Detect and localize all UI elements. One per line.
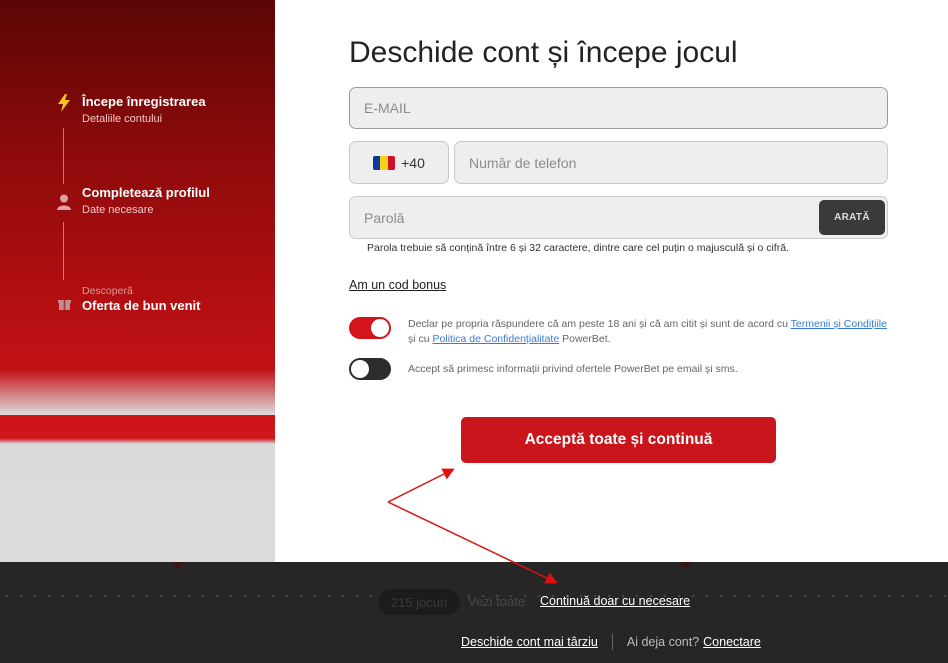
footer-links: Deschide cont mai târziu Ai deja cont? C…	[461, 634, 761, 650]
consent-text: și cu	[408, 333, 433, 345]
step-welcome-offer: Oferta de bun venit Descoperă	[56, 284, 200, 314]
marketing-toggle[interactable]	[349, 358, 391, 380]
terms-consent-text: Declar pe propria răspundere că am peste…	[408, 317, 888, 347]
email-field-wrapper	[349, 87, 888, 129]
continue-necessary-link[interactable]: Continuă doar cu necesare	[540, 594, 690, 608]
email-input[interactable]	[350, 88, 887, 128]
privacy-policy-link[interactable]: Politica de Confidențialitate	[433, 333, 560, 345]
step-connector	[63, 222, 64, 280]
terms-toggle[interactable]	[349, 317, 391, 339]
background-games-count: 215 jocuri	[378, 589, 460, 615]
password-field-wrapper: ARATĂ	[349, 196, 888, 239]
panel-fade	[0, 370, 275, 415]
accept-all-continue-button[interactable]: Acceptă toate și continuă	[461, 417, 776, 463]
user-icon	[56, 193, 72, 211]
step-subtitle: Date necesare	[82, 204, 154, 216]
open-account-later-link[interactable]: Deschide cont mai târziu	[461, 635, 598, 649]
password-hint: Parola trebuie să conțină între 6 și 32 …	[367, 242, 789, 254]
login-link[interactable]: Conectare	[703, 635, 761, 649]
step-title: Oferta de bun venit	[82, 298, 201, 313]
toggle-knob	[351, 360, 369, 378]
phone-prefix-code: +40	[401, 154, 425, 171]
marketing-consent-text: Accept să primesc informații privind ofe…	[408, 363, 738, 375]
phone-field-wrapper	[454, 141, 888, 184]
have-account-text: Ai deja cont?	[626, 635, 700, 649]
step-title: Completează profilul	[82, 185, 210, 200]
phone-prefix-select[interactable]: +40	[349, 141, 449, 184]
lightning-icon	[56, 94, 72, 112]
background-see-all: Vezi toate	[468, 594, 526, 609]
registration-steps-panel: Începe înregistrarea Detaliile contului …	[0, 0, 275, 562]
password-input[interactable]	[350, 197, 810, 238]
romania-flag-icon	[373, 155, 396, 170]
step-title: Începe înregistrarea	[82, 94, 206, 109]
terms-link[interactable]: Termenii și Condițiile	[791, 318, 887, 330]
form-heading: Deschide cont și începe jocul	[349, 36, 738, 69]
toggle-knob	[371, 319, 389, 337]
step-start-registration: Începe înregistrarea Detaliile contului	[56, 94, 206, 126]
step-subtitle: Detaliile contului	[82, 113, 163, 125]
background-marker	[680, 562, 692, 570]
divider	[611, 634, 613, 650]
consent-text: Declar pe propria răspundere că am peste…	[408, 318, 791, 330]
step-subtitle: Descoperă	[82, 285, 133, 297]
registration-form: Deschide cont și începe jocul +40 ARATĂ …	[275, 0, 948, 562]
step-connector	[63, 128, 64, 184]
show-password-button[interactable]: ARATĂ	[819, 200, 885, 235]
step-complete-profile: Completează profilul Date necesare	[56, 185, 210, 217]
phone-input[interactable]	[455, 142, 887, 183]
consent-text: PowerBet.	[559, 333, 611, 345]
bonus-code-link[interactable]: Am un cod bonus	[349, 278, 446, 292]
gift-icon	[56, 294, 72, 312]
background-marker	[172, 562, 184, 570]
